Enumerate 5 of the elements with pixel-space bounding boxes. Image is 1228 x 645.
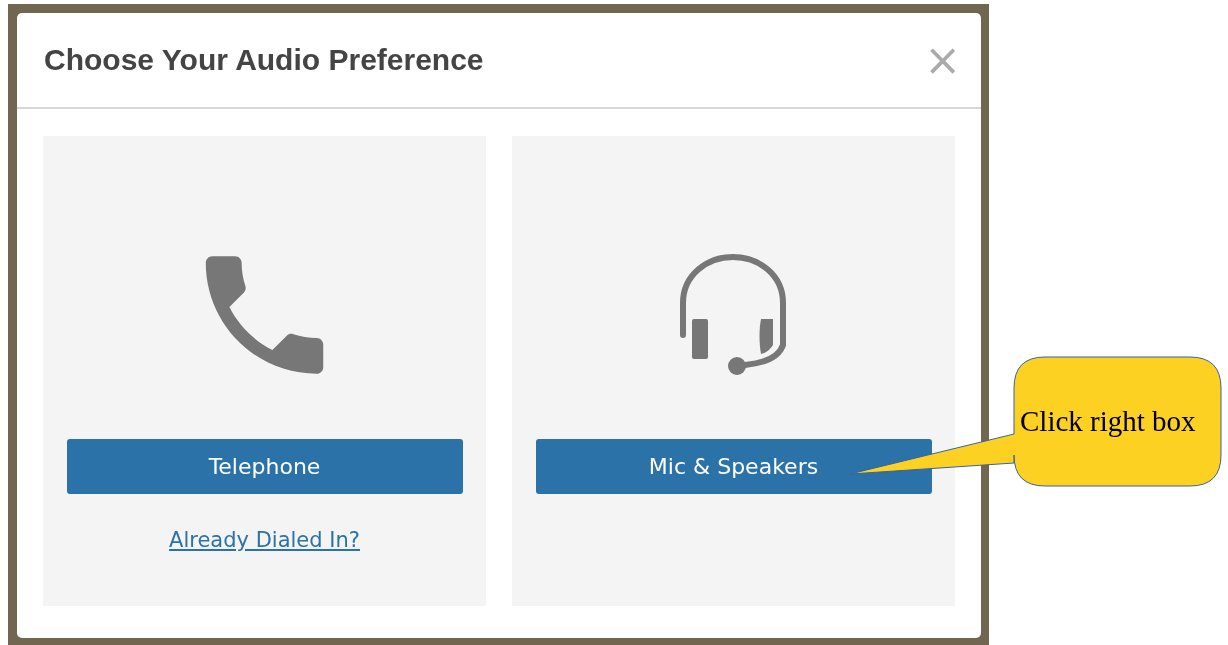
dialog-title: Choose Your Audio Preference [44,43,484,77]
option-button[interactable]: Mic & Speakers [535,439,932,494]
callout-text: Click right box [1020,405,1196,438]
dialed-in-link[interactable]: Already Dialed In? [169,528,360,552]
option-button[interactable]: Telephone [66,439,463,494]
